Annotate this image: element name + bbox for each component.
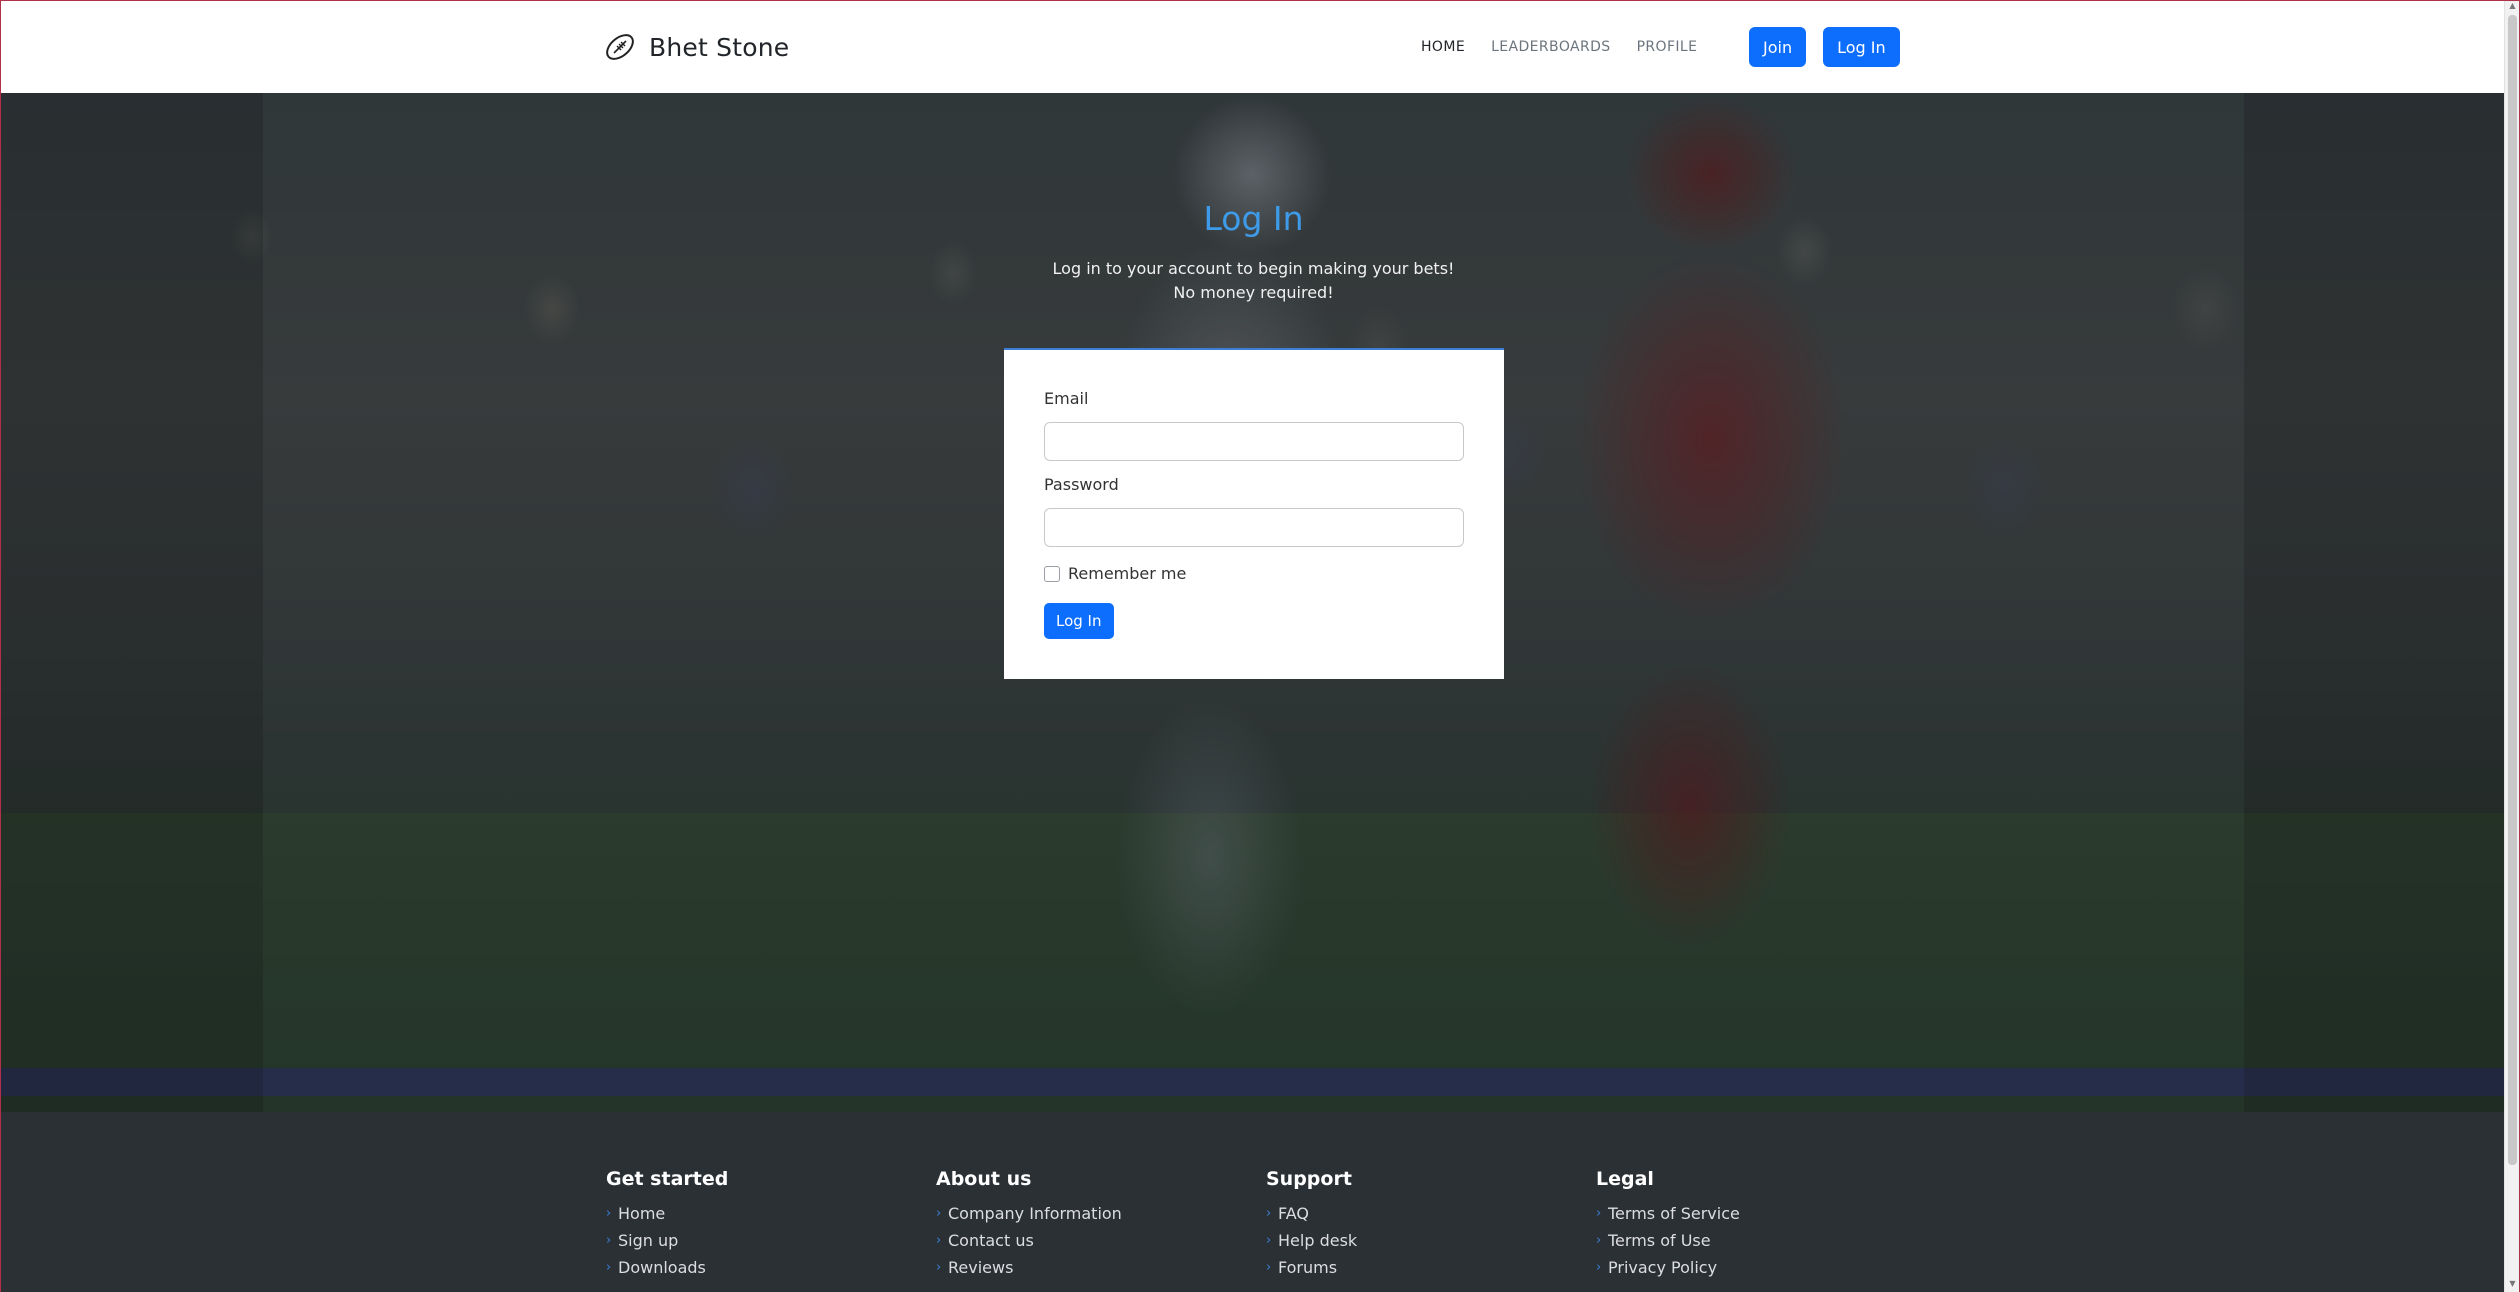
chevron-right-icon: › <box>1596 1233 1602 1248</box>
subtitle-line-1: Log in to your account to begin making y… <box>1052 259 1455 278</box>
football-icon <box>606 34 634 60</box>
email-field[interactable] <box>1044 422 1464 461</box>
join-button[interactable]: Join <box>1749 27 1807 67</box>
password-label: Password <box>1044 475 1119 494</box>
footer-link-sign-up[interactable]: › Sign up <box>606 1227 728 1254</box>
navbar: Bhet Stone HOME LEADERBOARDS PROFILE Joi… <box>1 1 2506 93</box>
remember-me-row: Remember me <box>1044 564 1186 583</box>
chevron-right-icon: › <box>936 1260 942 1275</box>
footer-link-help-desk[interactable]: › Help desk <box>1266 1227 1357 1254</box>
footer-column-legal: Legal › Terms of Service › Terms of Use › P… <box>1596 1168 1740 1281</box>
page-title: Log In <box>1203 199 1304 238</box>
email-label: Email <box>1044 389 1089 408</box>
nav-buttons: Join Log In <box>1749 27 1900 67</box>
brand-name: Bhet Stone <box>649 32 790 62</box>
nav-link-profile[interactable]: PROFILE <box>1637 39 1698 55</box>
hero-section: Log In Log in to your account to begin m… <box>1 93 2506 1112</box>
footer-link-company-information[interactable]: › Company Information <box>936 1200 1122 1227</box>
footer-column-support: Support › FAQ › Help desk › Forums <box>1266 1168 1357 1281</box>
scrollbar-thumb[interactable] <box>2508 15 2517 1165</box>
password-field[interactable] <box>1044 508 1464 547</box>
footer-link-terms-of-service[interactable]: › Terms of Service <box>1596 1200 1740 1227</box>
chevron-right-icon: › <box>1266 1233 1272 1248</box>
remember-me-checkbox[interactable] <box>1044 565 1060 582</box>
footer-link-downloads[interactable]: › Downloads <box>606 1254 728 1281</box>
footer-link-reviews[interactable]: › Reviews <box>936 1254 1122 1281</box>
chevron-right-icon: › <box>1596 1206 1602 1221</box>
chevron-right-icon: › <box>936 1233 942 1248</box>
brand-link[interactable]: Bhet Stone <box>603 27 789 67</box>
chevron-right-icon: › <box>1266 1260 1272 1275</box>
vertical-scrollbar[interactable]: ▲ ▼ <box>2504 1 2519 1292</box>
chevron-right-icon: › <box>1266 1206 1272 1221</box>
page-subtitle: Log in to your account to begin making y… <box>1 257 2506 305</box>
login-form: Email Password Remember me Log In <box>1004 348 1504 679</box>
footer-link-privacy-policy[interactable]: › Privacy Policy <box>1596 1254 1740 1281</box>
subtitle-line-2: No money required! <box>1173 283 1334 302</box>
scroll-up-arrow-icon[interactable]: ▲ <box>2505 1 2520 15</box>
nav-link-home[interactable]: HOME <box>1421 39 1465 55</box>
nav-link-leaderboards[interactable]: LEADERBOARDS <box>1491 39 1610 55</box>
nav-login-button[interactable]: Log In <box>1823 27 1900 67</box>
footer-heading: Legal <box>1596 1168 1654 1190</box>
chevron-right-icon: › <box>936 1206 942 1221</box>
footer-link-home[interactable]: › Home <box>606 1200 728 1227</box>
footer-link-terms-of-use[interactable]: › Terms of Use <box>1596 1227 1740 1254</box>
chevron-right-icon: › <box>606 1260 612 1275</box>
nav-links: HOME LEADERBOARDS PROFILE <box>1421 31 1723 63</box>
scroll-down-arrow-icon[interactable]: ▼ <box>2505 1279 2520 1292</box>
remember-me-label[interactable]: Remember me <box>1068 564 1186 583</box>
footer-heading: Get started <box>606 1168 729 1190</box>
chevron-right-icon: › <box>1596 1260 1602 1275</box>
footer: Get started › Home › Sign up › Downloads Ab… <box>1 1112 2506 1292</box>
footer-heading: About us <box>936 1168 1032 1190</box>
footer-link-forums[interactable]: › Forums <box>1266 1254 1357 1281</box>
footer-link-contact-us[interactable]: › Contact us <box>936 1227 1122 1254</box>
footer-column-about-us: About us › Company Information › Contact u… <box>936 1168 1122 1281</box>
chevron-right-icon: › <box>606 1206 612 1221</box>
footer-heading: Support <box>1266 1168 1352 1190</box>
footer-link-faq[interactable]: › FAQ <box>1266 1200 1357 1227</box>
footer-column-get-started: Get started › Home › Sign up › Downloads <box>606 1168 728 1281</box>
login-submit-button[interactable]: Log In <box>1044 603 1114 639</box>
chevron-right-icon: › <box>606 1233 612 1248</box>
